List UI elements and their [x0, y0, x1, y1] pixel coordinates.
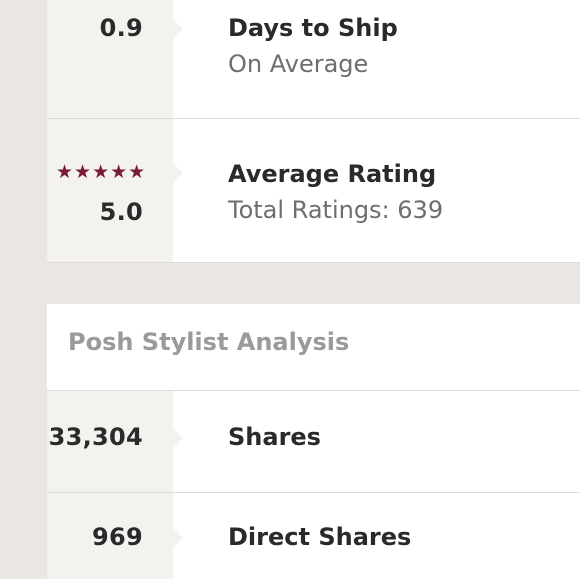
- days-to-ship-value: 0.9: [99, 14, 143, 42]
- average-rating-stat: ★★★★★ 5.0: [47, 119, 183, 262]
- stylist-analysis-card: Posh Stylist Analysis 33,304 Shares 969 …: [47, 304, 580, 579]
- seller-stats-card: 0.9 Days to Ship On Average ★★★★★ 5.0 Av…: [47, 0, 580, 263]
- direct-shares-value: 969: [92, 523, 143, 551]
- shares-stat: 33,304: [47, 391, 183, 492]
- stylist-analysis-header: Posh Stylist Analysis: [47, 304, 580, 391]
- days-to-ship-subtitle: On Average: [228, 50, 369, 78]
- direct-shares-stat: 969: [47, 493, 183, 579]
- average-rating-value: 5.0: [99, 198, 143, 226]
- average-rating-title: Average Rating: [228, 160, 437, 188]
- days-to-ship-stat: 0.9: [47, 0, 183, 118]
- shares-value: 33,304: [48, 423, 143, 451]
- shares-row: 33,304 Shares: [47, 391, 580, 493]
- stylist-analysis-title: Posh Stylist Analysis: [68, 328, 350, 356]
- days-to-ship-row: 0.9 Days to Ship On Average: [47, 0, 580, 119]
- shares-label: Shares: [228, 423, 321, 451]
- star-rating-icon: ★★★★★: [56, 161, 147, 183]
- days-to-ship-title: Days to Ship: [228, 14, 398, 42]
- total-ratings-text: Total Ratings: 639: [228, 196, 444, 224]
- average-rating-row: ★★★★★ 5.0 Average Rating Total Ratings: …: [47, 119, 580, 263]
- direct-shares-row: 969 Direct Shares: [47, 493, 580, 579]
- direct-shares-label: Direct Shares: [228, 523, 412, 551]
